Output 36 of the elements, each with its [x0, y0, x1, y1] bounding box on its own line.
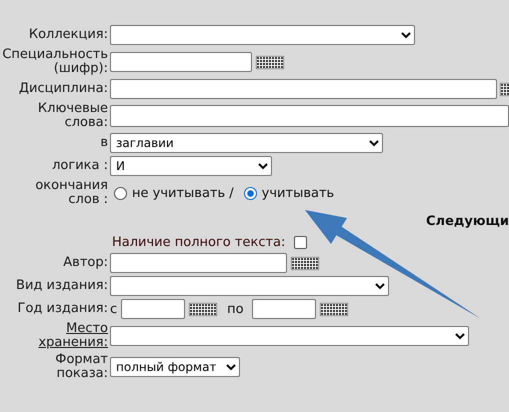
storage-link[interactable]: Место хранения:	[0, 322, 108, 350]
field-label: Коллекция:	[28, 27, 108, 42]
keyboard-icon[interactable]	[189, 302, 218, 316]
dropdown[interactable]	[110, 25, 415, 45]
dropdown[interactable]: И	[110, 156, 272, 176]
to-label: по	[227, 302, 244, 316]
input-field[interactable]	[252, 299, 316, 319]
field-label: Ключевые слова:	[38, 101, 108, 130]
keyboard-icon[interactable]	[256, 56, 284, 68]
field-label: Специальность (шифр):	[2, 47, 108, 76]
radio-option[interactable]: учитывать	[244, 186, 334, 200]
dropdown[interactable]	[110, 326, 469, 346]
full-text-label: Наличие полного текста:	[112, 235, 286, 250]
keyboard-icon[interactable]	[500, 82, 509, 96]
section-heading: Следующи	[426, 213, 509, 231]
input-field[interactable]	[110, 253, 287, 273]
keyboard-icon[interactable]	[320, 302, 348, 316]
radio-option[interactable]: не учитывать /	[114, 186, 234, 200]
input-field[interactable]	[110, 105, 509, 127]
field-label: окончания слов :	[34, 179, 108, 207]
input-field[interactable]	[110, 52, 252, 72]
dropdown[interactable]: заглавии	[110, 133, 383, 153]
dropdown[interactable]: полный формат	[110, 357, 240, 377]
input-field[interactable]	[121, 299, 186, 319]
keyboard-icon[interactable]	[291, 256, 319, 270]
input-field[interactable]	[110, 79, 497, 99]
field-label: логика :	[52, 158, 108, 173]
dropdown[interactable]	[110, 276, 389, 296]
field-label: Автор:	[63, 255, 108, 270]
field-label: в	[100, 135, 108, 150]
field-label: Год издания:	[18, 301, 108, 316]
field-label: Вид издания:	[16, 278, 108, 293]
checkbox[interactable]	[294, 236, 308, 249]
field-label: Формат показа:	[55, 352, 108, 381]
field-label: Дисциплина:	[18, 81, 108, 96]
from-label: с	[110, 302, 118, 316]
